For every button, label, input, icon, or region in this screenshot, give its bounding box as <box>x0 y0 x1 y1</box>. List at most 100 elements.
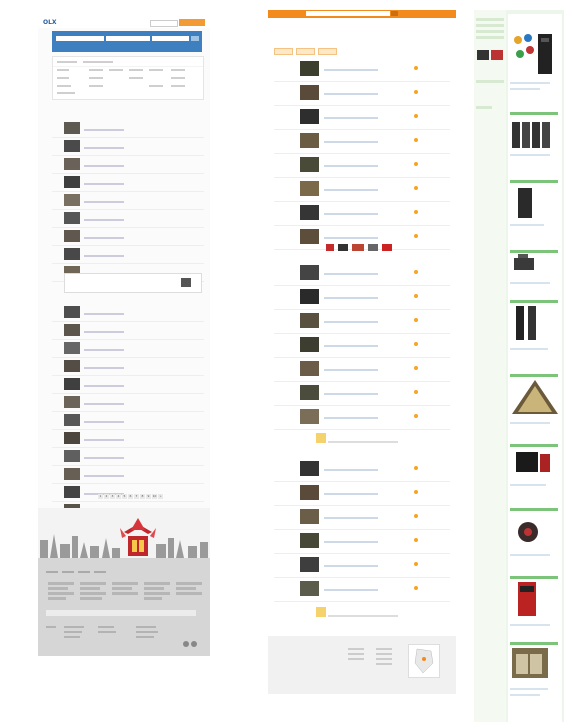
listing-row[interactable] <box>274 554 450 578</box>
promo-banner[interactable] <box>64 273 202 293</box>
sidebar-item[interactable] <box>476 80 504 83</box>
listing-thumbnail[interactable] <box>64 450 80 462</box>
header-search-input[interactable] <box>306 11 390 16</box>
page-link[interactable]: 9 <box>146 494 151 499</box>
listing-row[interactable] <box>274 82 450 106</box>
sidebar-item[interactable] <box>476 36 504 39</box>
listing-thumbnail[interactable] <box>300 533 319 548</box>
listing-row[interactable] <box>274 406 450 430</box>
listing-item[interactable] <box>52 304 204 322</box>
page-link[interactable]: » <box>158 494 163 499</box>
listing-title[interactable] <box>84 231 176 234</box>
listing-title[interactable] <box>324 581 394 584</box>
listing-title[interactable] <box>324 157 394 160</box>
listing-title[interactable] <box>324 109 394 112</box>
footer-newsletter-bar[interactable] <box>46 610 196 616</box>
page-link[interactable]: 4 <box>116 494 121 499</box>
sidebar-item[interactable] <box>476 106 492 109</box>
listing-title[interactable] <box>324 313 394 316</box>
listing-title[interactable] <box>84 249 176 252</box>
listing-title[interactable] <box>324 557 394 560</box>
sidebar-item[interactable] <box>476 30 504 33</box>
listing-title[interactable] <box>84 141 176 144</box>
listing-title[interactable] <box>84 213 176 216</box>
listing-thumbnail[interactable] <box>64 378 80 390</box>
listing-title[interactable] <box>324 533 394 536</box>
listing-row[interactable] <box>274 154 450 178</box>
page-link[interactable]: 2 <box>104 494 109 499</box>
listing-title[interactable] <box>324 205 394 208</box>
listing-item[interactable] <box>52 412 204 430</box>
listing-title[interactable] <box>84 487 176 490</box>
listing-item[interactable] <box>52 448 204 466</box>
listing-title[interactable] <box>324 181 394 184</box>
listing-title[interactable] <box>84 343 176 346</box>
listing-thumbnail[interactable] <box>64 158 80 170</box>
listing-thumbnail[interactable] <box>64 432 80 444</box>
listing-title[interactable] <box>324 485 394 488</box>
listing-title[interactable] <box>84 397 176 400</box>
listing-title[interactable] <box>84 195 176 198</box>
listing-item[interactable] <box>52 340 204 358</box>
listing-thumbnail[interactable] <box>64 212 80 224</box>
listing-thumbnail[interactable] <box>300 581 319 596</box>
post-ad-button[interactable] <box>179 19 205 26</box>
login-link[interactable] <box>150 20 178 27</box>
listing-thumbnail[interactable] <box>64 396 80 408</box>
listing-thumbnail[interactable] <box>300 61 319 76</box>
listing-title[interactable] <box>324 289 394 292</box>
listing-title[interactable] <box>84 159 176 162</box>
listing-thumbnail[interactable] <box>300 133 319 148</box>
search-input[interactable] <box>56 36 104 41</box>
listing-item[interactable] <box>52 246 204 264</box>
tab-2[interactable] <box>296 48 315 55</box>
listing-item[interactable] <box>52 138 204 156</box>
listing-title[interactable] <box>84 415 176 418</box>
sidebar-item[interactable] <box>476 24 504 27</box>
listing-thumbnail[interactable] <box>64 468 80 480</box>
listing-item[interactable] <box>52 120 204 138</box>
listing-thumbnail[interactable] <box>64 176 80 188</box>
listing-title[interactable] <box>324 265 394 268</box>
listing-thumbnail[interactable] <box>300 85 319 100</box>
listing-title[interactable] <box>324 385 394 388</box>
listing-title[interactable] <box>324 461 394 464</box>
listing-thumbnail[interactable] <box>64 140 80 152</box>
listing-thumbnail[interactable] <box>300 509 319 524</box>
page-link[interactable]: 7 <box>134 494 139 499</box>
partner-logos-strip[interactable] <box>326 242 396 253</box>
listing-row[interactable] <box>274 482 450 506</box>
page-link[interactable]: 8 <box>140 494 145 499</box>
listing-row[interactable] <box>274 286 450 310</box>
page-link[interactable]: 5 <box>122 494 127 499</box>
category-select[interactable] <box>152 36 189 41</box>
listing-thumbnail[interactable] <box>300 409 319 424</box>
listing-title[interactable] <box>324 229 394 232</box>
tab-1[interactable] <box>274 48 293 55</box>
listing-thumbnail[interactable] <box>300 205 319 220</box>
listing-title[interactable] <box>84 469 176 472</box>
sidebar-item[interactable] <box>476 18 504 21</box>
listing-row[interactable] <box>274 178 450 202</box>
listing-title[interactable] <box>84 123 176 126</box>
sidebar-thumb-2[interactable] <box>491 50 503 60</box>
listing-thumbnail[interactable] <box>300 485 319 500</box>
listing-row[interactable] <box>274 310 450 334</box>
page-link[interactable]: 1 <box>98 494 103 499</box>
listing-thumbnail[interactable] <box>300 337 319 352</box>
listing-row[interactable] <box>274 382 450 406</box>
listing-thumbnail[interactable] <box>300 229 319 244</box>
listing-item[interactable] <box>52 174 204 192</box>
listing-thumbnail[interactable] <box>300 265 319 280</box>
listing-title[interactable] <box>84 307 176 310</box>
listing-row[interactable] <box>274 458 450 482</box>
listing-title[interactable] <box>84 379 176 382</box>
listing-row[interactable] <box>274 358 450 382</box>
listing-row[interactable] <box>274 262 450 286</box>
listing-title[interactable] <box>324 85 394 88</box>
listing-item[interactable] <box>52 376 204 394</box>
listing-item[interactable] <box>52 466 204 484</box>
promo-box-1[interactable] <box>316 432 416 446</box>
tab-3[interactable] <box>318 48 337 55</box>
listing-title[interactable] <box>324 361 394 364</box>
